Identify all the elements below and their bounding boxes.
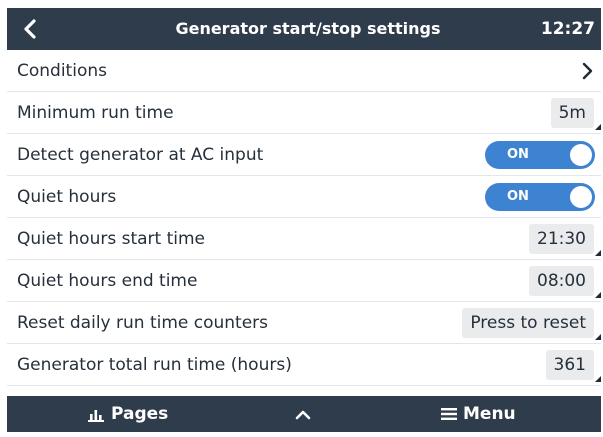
header-bar: Generator start/stop settings 12:27	[7, 8, 601, 50]
scroll-up-button[interactable]	[294, 396, 312, 432]
clock: 12:27	[540, 19, 595, 39]
row-detect-generator[interactable]: Detect generator at AC input ON	[7, 134, 601, 176]
chevron-right-icon	[582, 62, 593, 80]
screen: Generator start/stop settings 12:27 Cond…	[7, 8, 601, 432]
pages-label: Pages	[111, 404, 169, 424]
footer-bar: Pages Menu	[7, 396, 601, 432]
row-quiet-hours[interactable]: Quiet hours ON	[7, 176, 601, 218]
row-quiet-hours-start[interactable]: Quiet hours start time 21:30	[7, 218, 601, 260]
menu-label: Menu	[463, 404, 516, 424]
row-label: Quiet hours	[17, 187, 117, 207]
page-title: Generator start/stop settings	[175, 19, 441, 38]
settings-list: Conditions Minimum run time 5m Detect ge…	[7, 50, 601, 386]
edit-corner-icon	[595, 376, 601, 382]
row-total-run-time[interactable]: Generator total run time (hours) 361	[7, 344, 601, 386]
menu-button[interactable]: Menu	[441, 396, 516, 432]
toggle-state: ON	[507, 189, 529, 204]
edit-corner-icon	[595, 334, 601, 340]
chart-icon	[88, 410, 104, 422]
quiet-hours-start-value[interactable]: 21:30	[529, 224, 594, 254]
toggle-knob	[570, 186, 592, 208]
pages-button[interactable]: Pages	[87, 396, 168, 432]
row-label: Detect generator at AC input	[17, 145, 264, 165]
row-label: Generator total run time (hours)	[17, 355, 292, 375]
hamburger-icon	[441, 408, 457, 420]
edit-corner-icon	[595, 250, 601, 256]
row-label: Minimum run time	[17, 103, 174, 123]
toggle-knob	[570, 144, 592, 166]
total-run-time-value[interactable]: 361	[545, 350, 594, 380]
row-label: Conditions	[17, 61, 107, 81]
edit-corner-icon	[595, 124, 601, 130]
chevron-up-icon	[295, 410, 311, 420]
row-label: Quiet hours start time	[17, 229, 206, 249]
row-conditions[interactable]: Conditions	[7, 50, 601, 92]
row-minimum-run-time[interactable]: Minimum run time 5m	[7, 92, 601, 134]
quiet-hours-end-value[interactable]: 08:00	[529, 266, 594, 296]
row-quiet-hours-end[interactable]: Quiet hours end time 08:00	[7, 260, 601, 302]
row-label: Quiet hours end time	[17, 271, 198, 291]
reset-button[interactable]: Press to reset	[462, 308, 594, 338]
row-reset-counters[interactable]: Reset daily run time counters Press to r…	[7, 302, 601, 344]
edit-corner-icon	[595, 292, 601, 298]
toggle-state: ON	[507, 147, 529, 162]
quiet-hours-toggle[interactable]: ON	[485, 183, 595, 211]
detect-generator-toggle[interactable]: ON	[485, 141, 595, 169]
minimum-run-time-value[interactable]: 5m	[550, 98, 594, 128]
row-label: Reset daily run time counters	[17, 313, 269, 333]
